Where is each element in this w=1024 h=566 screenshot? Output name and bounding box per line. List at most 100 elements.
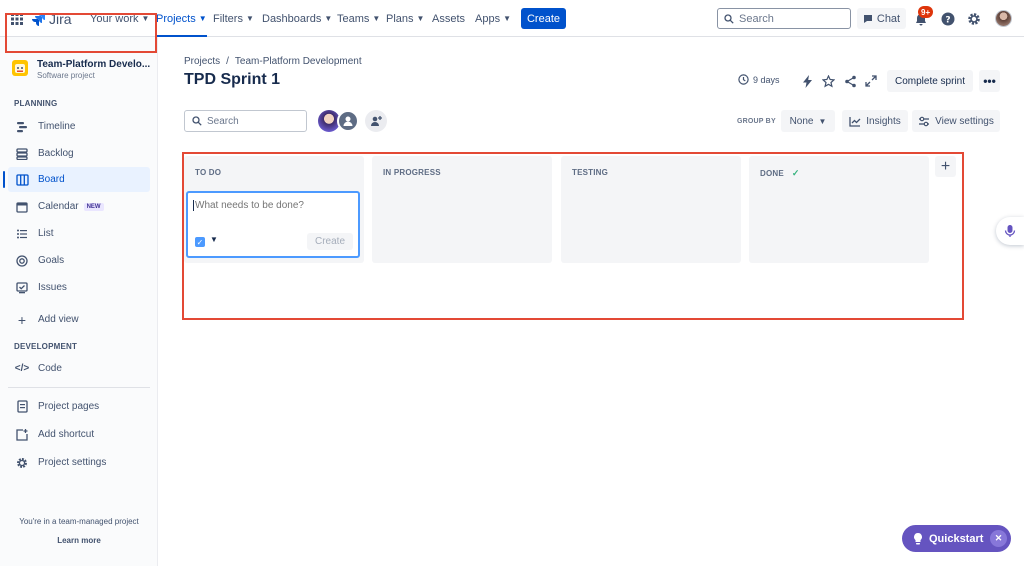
sidebar-item-issues[interactable]: Issues — [8, 275, 150, 300]
add-shortcut-icon — [15, 428, 29, 441]
chat-icon — [863, 14, 872, 23]
board-highlight-frame — [182, 152, 964, 320]
sidebar-item-label: Project settings — [38, 457, 107, 468]
chat-label: Chat — [876, 12, 901, 25]
sidebar-item-add-shortcut[interactable]: Add shortcut — [8, 422, 150, 447]
development-heading: DEVELOPMENT — [14, 342, 78, 351]
view-settings-button[interactable]: View settings — [912, 110, 1000, 132]
nav-label: Plans — [386, 12, 414, 25]
insights-label: Insights — [866, 115, 901, 127]
breadcrumb-projects[interactable]: Projects — [184, 56, 220, 67]
add-people-button[interactable] — [365, 110, 387, 132]
nav-filters[interactable]: Filters ▼ — [213, 0, 254, 37]
quickstart-button[interactable]: Quickstart ✕ — [902, 525, 1011, 552]
nav-label: Filters — [213, 12, 243, 25]
sidebar-item-backlog[interactable]: Backlog — [8, 141, 150, 166]
sidebar-item-timeline[interactable]: Timeline — [8, 114, 150, 139]
close-icon[interactable]: ✕ — [990, 530, 1007, 547]
sidebar-item-calendar[interactable]: Calendar NEW — [8, 194, 150, 219]
project-header-highlight — [5, 13, 157, 53]
learn-more-link[interactable]: Learn more — [0, 536, 158, 545]
nav-assets[interactable]: Assets — [432, 0, 465, 37]
sidebar-item-list[interactable]: List — [8, 221, 150, 246]
complete-sprint-button[interactable]: Complete sprint — [887, 70, 973, 92]
sidebar-divider — [8, 387, 150, 388]
sidebar-item-label: Issues — [38, 282, 67, 293]
help-icon[interactable]: ? — [940, 11, 955, 26]
sidebar-item-project-pages[interactable]: Project pages — [8, 394, 150, 419]
nav-label: Assets — [432, 12, 466, 25]
global-search-input[interactable]: Search — [717, 8, 851, 29]
search-icon — [724, 13, 734, 24]
sidebar-item-label: Board — [38, 174, 65, 185]
sidebar-item-label: Calendar — [38, 201, 79, 212]
chevron-down-icon: ▼ — [198, 14, 207, 23]
search-icon — [192, 116, 202, 126]
sidebar-item-label: Add shortcut — [38, 429, 95, 440]
list-icon — [15, 228, 29, 240]
add-view-label: Add view — [38, 314, 79, 325]
chat-button[interactable]: Chat — [857, 8, 906, 29]
sidebar-item-project-settings[interactable]: Project settings — [8, 450, 150, 475]
board-icon — [15, 173, 29, 186]
notifications-badge: 9+ — [918, 6, 934, 18]
chevron-down-icon: ▼ — [416, 14, 425, 23]
avatar[interactable] — [337, 110, 359, 132]
nav-label: Apps — [475, 12, 501, 25]
more-options-button[interactable]: ••• — [979, 70, 1000, 92]
code-icon: </> — [14, 363, 30, 374]
nav-plans[interactable]: Plans ▼ — [386, 0, 424, 37]
nav-label: Projects — [156, 12, 196, 25]
page-title: TPD Sprint 1 — [184, 71, 281, 88]
share-icon[interactable] — [842, 73, 858, 89]
sidebar-item-label: Backlog — [38, 148, 74, 159]
team-managed-note: You're in a team-managed project — [19, 517, 139, 526]
sprint-days: 9 days — [753, 74, 780, 85]
add-view-button[interactable]: + Add view — [8, 307, 150, 332]
chevron-down-icon: ▼ — [503, 14, 511, 23]
breadcrumb: Projects / Team-Platform Development — [184, 56, 362, 67]
group-by-select[interactable]: None ▼ — [781, 110, 835, 132]
sliders-icon — [919, 116, 930, 126]
sidebar-item-label: Timeline — [38, 121, 76, 132]
insights-chart-icon — [849, 116, 861, 127]
nav-teams[interactable]: Teams ▼ — [337, 0, 380, 37]
issues-icon — [15, 281, 29, 294]
rovo-assistant-button[interactable] — [996, 217, 1024, 245]
project-avatar-icon[interactable] — [12, 60, 28, 76]
backlog-icon — [15, 147, 29, 160]
board-search-input[interactable]: Search — [184, 110, 307, 132]
chevron-down-icon: ▼ — [372, 14, 381, 23]
breadcrumb-separator: / — [226, 56, 229, 67]
active-indicator — [3, 171, 5, 188]
nav-projects[interactable]: Projects ▼ — [156, 0, 207, 37]
fullscreen-expand-icon[interactable] — [863, 73, 879, 89]
insights-button[interactable]: Insights — [842, 110, 908, 132]
create-button[interactable]: Create — [521, 8, 566, 29]
user-avatar[interactable] — [995, 10, 1012, 27]
svg-text:?: ? — [945, 15, 950, 25]
project-name[interactable]: Team-Platform Develo... — [37, 59, 150, 70]
view-settings-label: View settings — [935, 115, 994, 127]
clock-icon — [738, 74, 749, 85]
sidebar-item-board[interactable]: Board — [8, 167, 150, 192]
user-icon — [343, 116, 353, 126]
group-by-label: GROUP BY — [737, 118, 776, 125]
star-icon[interactable] — [820, 73, 836, 89]
sprint-remaining: 9 days — [738, 74, 780, 85]
nav-apps[interactable]: Apps ▼ — [475, 0, 511, 37]
timeline-icon — [15, 121, 29, 133]
sidebar-item-label: Project pages — [38, 401, 100, 412]
sidebar-item-label: List — [38, 228, 54, 239]
chevron-down-icon: ▼ — [324, 14, 333, 23]
settings-gear-icon[interactable] — [966, 11, 982, 27]
automation-lightning-icon[interactable] — [800, 73, 814, 89]
calendar-icon — [15, 201, 29, 213]
sidebar-item-goals[interactable]: Goals — [8, 248, 150, 273]
breadcrumb-project[interactable]: Team-Platform Development — [235, 56, 362, 67]
nav-dashboards[interactable]: Dashboards ▼ — [262, 0, 332, 37]
sidebar-item-label: Code — [38, 363, 62, 374]
quickstart-label: Quickstart — [929, 532, 984, 545]
search-placeholder: Search — [739, 12, 774, 25]
sidebar-item-code[interactable]: </> Code — [8, 356, 150, 381]
